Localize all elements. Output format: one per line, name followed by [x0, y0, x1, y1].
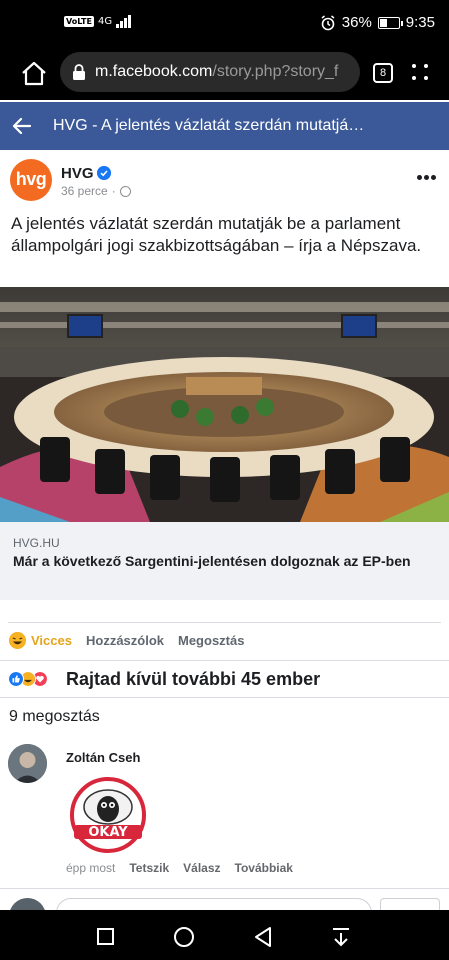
comment-button[interactable]: Hozzászólok: [86, 633, 164, 648]
address-bar[interactable]: m.facebook.com/story.php?story_f: [60, 52, 360, 92]
network-type: 4G: [97, 15, 113, 27]
meta-separator: ·: [111, 184, 116, 198]
link-domain: HVG.HU: [13, 536, 60, 550]
reactions-summary[interactable]: Rajtad kívül további 45 ember: [66, 669, 320, 690]
page-name-link[interactable]: HVG: [61, 165, 94, 182]
article-image[interactable]: [0, 287, 449, 522]
comment-reply-button[interactable]: Válasz: [183, 861, 220, 875]
clock: 9:35: [405, 14, 435, 31]
comment-actions: épp most Tetszik Válasz Továbbiak: [66, 861, 307, 875]
divider: [0, 697, 449, 698]
share-button[interactable]: Megosztás: [178, 633, 244, 648]
reaction-button[interactable]: Vicces: [31, 633, 72, 648]
comment-more-button[interactable]: Továbbiak: [235, 861, 293, 875]
back-nav-icon[interactable]: [253, 926, 273, 948]
globe-icon: [119, 185, 131, 197]
browser-menu-icon[interactable]: [410, 62, 432, 84]
sticker-text: OKAY: [88, 825, 128, 840]
network-indicators: VoLTE 4G: [64, 14, 132, 28]
haha-emoji-icon: [9, 632, 26, 649]
battery-icon: [377, 16, 403, 29]
home-icon[interactable]: [20, 61, 48, 87]
post-actions: Vicces Hozzászólok Megosztás: [0, 632, 449, 654]
post-time[interactable]: 36 perce: [61, 184, 108, 198]
post-meta: 36 perce ·: [61, 184, 131, 198]
divider: [0, 888, 449, 889]
divider: [0, 660, 449, 661]
volte-badge: VoLTE: [64, 15, 94, 27]
comment-time: épp most: [66, 861, 116, 875]
url-domain: m.facebook.com: [95, 63, 213, 80]
back-arrow-icon[interactable]: [12, 116, 32, 136]
divider: [8, 622, 441, 623]
status-bar: VoLTE 4G 36% 9:35: [0, 0, 449, 48]
tab-switcher-button[interactable]: 8: [373, 63, 393, 83]
browser-toolbar: m.facebook.com/story.php?story_f 8: [0, 48, 449, 100]
battery-percent: 36%: [341, 14, 372, 31]
signal-icon: [116, 14, 132, 28]
reaction-icons[interactable]: [8, 668, 48, 690]
hide-nav-icon[interactable]: [331, 926, 351, 948]
link-preview-info[interactable]: HVG.HU Már a következő Sargentini-jelent…: [0, 522, 449, 600]
system-nav-bar: [0, 910, 449, 960]
okay-sticker: OKAY: [70, 777, 146, 853]
recents-icon[interactable]: [97, 928, 114, 945]
home-nav-icon[interactable]: [174, 927, 194, 947]
status-right: 36% 9:35: [320, 14, 435, 31]
verified-badge-icon: [97, 166, 111, 180]
lock-icon: [73, 64, 85, 80]
more-options-icon[interactable]: [417, 175, 437, 181]
page-avatar[interactable]: hvg: [10, 159, 52, 201]
comment-like-button[interactable]: Tetszik: [129, 861, 169, 875]
commenter-name[interactable]: Zoltán Cseh: [66, 750, 140, 765]
commenter-avatar[interactable]: [8, 744, 47, 783]
like-reaction-icon: [8, 671, 24, 687]
post-text: A jelentés vázlatát szerdán mutatják be …: [11, 214, 422, 255]
url-text: m.facebook.com/story.php?story_f: [95, 63, 338, 81]
link-title: Már a következő Sargentini-jelentésen do…: [13, 553, 411, 569]
fb-header: HVG - A jelentés vázlatát szerdán mutatj…: [0, 102, 449, 150]
header-title: HVG - A jelentés vázlatát szerdán mutatj…: [53, 117, 365, 134]
alarm-icon: [321, 14, 335, 30]
share-count[interactable]: 9 megosztás: [9, 708, 100, 726]
url-path: /story.php?story_f: [212, 63, 339, 80]
